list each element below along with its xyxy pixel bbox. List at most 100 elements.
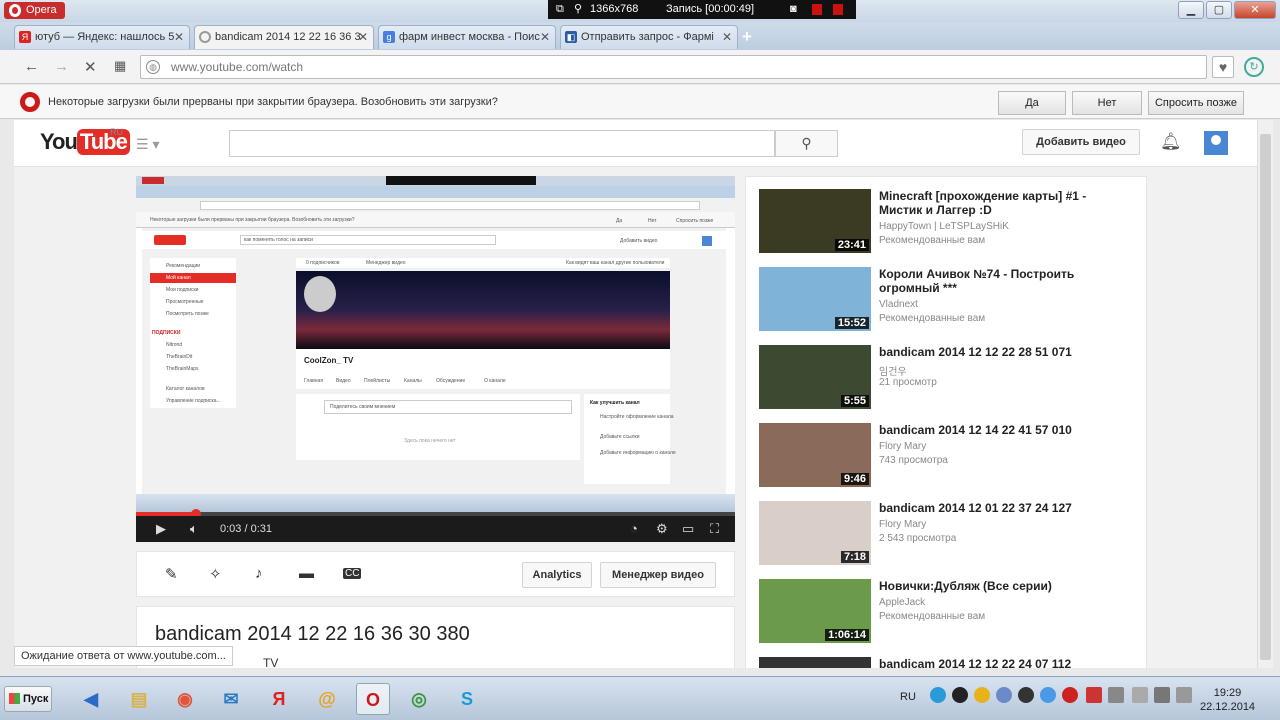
recommendation-title[interactable]: bandicam 2014 12 12 22 28 51 071 bbox=[879, 345, 1119, 359]
enhance-wand-icon[interactable]: ✧ bbox=[209, 565, 222, 583]
recommendation-item[interactable]: 15:52 Короли Ачивок №74 - Построить огром… bbox=[759, 267, 1139, 333]
tray-app-icon[interactable] bbox=[996, 687, 1012, 703]
recommendation-title[interactable]: bandicam 2014 12 01 22 37 24 127 bbox=[879, 501, 1119, 515]
video-player[interactable]: Некоторые загрузки были прерваны при зак… bbox=[136, 176, 735, 542]
play-icon[interactable]: ▶ bbox=[156, 521, 166, 537]
youtube-logo[interactable]: You Tube RU bbox=[40, 127, 130, 155]
recommendation-author[interactable]: Flory Mary bbox=[879, 441, 926, 452]
tray-network-icon[interactable] bbox=[1154, 687, 1170, 703]
page-scrollbar[interactable] bbox=[1257, 120, 1273, 668]
tray-app-icon[interactable] bbox=[1040, 687, 1056, 703]
captions-cc-icon[interactable]: CC bbox=[343, 568, 362, 579]
recommendation-item[interactable]: 9:46 bandicam 2014 12 14 22 41 57 010 Flor… bbox=[759, 423, 1139, 489]
firefox-icon[interactable]: ◉ bbox=[168, 683, 202, 715]
analytics-button[interactable]: Analytics bbox=[522, 562, 592, 588]
recommendation-title[interactable]: bandicam 2014 12 12 22 24 07 112 bbox=[879, 657, 1119, 668]
recommendation-title[interactable]: Minecraft [прохождение карты] #1 - Мисти… bbox=[879, 189, 1119, 217]
tray-volume-icon[interactable] bbox=[1176, 687, 1192, 703]
ask-later-button[interactable]: Спросить позже bbox=[1148, 91, 1244, 115]
close-icon[interactable]: ✕ bbox=[1234, 1, 1276, 19]
guide-menu-icon[interactable]: ☰ ▾ bbox=[136, 136, 159, 153]
tab-close-icon[interactable]: ✕ bbox=[174, 26, 184, 48]
tab-yandex[interactable]: Я ютуб — Яндекс: нашлось 5 ✕ bbox=[14, 25, 190, 49]
annotations-icon[interactable]: ▬ bbox=[299, 565, 314, 582]
mailru-agent-icon[interactable]: @ bbox=[310, 683, 344, 715]
recommendation-thumbnail[interactable]: 9:46 bbox=[759, 423, 871, 487]
record-icon[interactable] bbox=[812, 4, 822, 15]
speed-dial-icon[interactable]: ▦ bbox=[114, 58, 126, 74]
recommendation-title[interactable]: Новички:Дубляж (Все серии) bbox=[879, 579, 1119, 593]
tab-close-icon[interactable]: ✕ bbox=[722, 26, 732, 48]
opera-menu-button[interactable]: Opera bbox=[4, 2, 65, 19]
watch-later-icon[interactable]: ◔ bbox=[630, 521, 638, 536]
media-player-icon[interactable]: ◀ bbox=[74, 683, 108, 715]
scrollbar-thumb[interactable] bbox=[1260, 134, 1271, 660]
recommendation-thumbnail[interactable]: 23:41 bbox=[759, 189, 871, 253]
recommendation-thumbnail[interactable]: 5:55 bbox=[759, 345, 871, 409]
opera-icon[interactable]: O bbox=[356, 683, 390, 715]
start-button[interactable]: Пуск bbox=[4, 686, 52, 712]
minimize-icon[interactable]: ▁ bbox=[1178, 1, 1204, 19]
tray-steam-icon[interactable] bbox=[1018, 687, 1034, 703]
bookmark-heart-icon[interactable]: ♥ bbox=[1212, 56, 1234, 78]
language-indicator[interactable]: RU bbox=[900, 691, 916, 703]
tray-app-icon[interactable] bbox=[1108, 687, 1124, 703]
chrome-icon[interactable]: ◎ bbox=[402, 683, 436, 715]
tray-app-icon[interactable] bbox=[974, 687, 990, 703]
edit-pencil-icon[interactable]: ✎ bbox=[165, 565, 178, 583]
tray-record-icon[interactable] bbox=[952, 687, 968, 703]
search-input[interactable] bbox=[229, 130, 775, 157]
avatar[interactable] bbox=[1204, 131, 1228, 155]
stop-icon[interactable] bbox=[833, 4, 843, 15]
recommendation-item[interactable]: 23:41 Minecraft [прохождение карты] #1 - … bbox=[759, 189, 1139, 255]
tab-close-icon[interactable]: ✕ bbox=[540, 26, 550, 48]
volume-icon[interactable]: 🔈︎ bbox=[190, 521, 198, 537]
tab-youtube[interactable]: bandicam 2014 12 22 16 36 3 ✕ bbox=[194, 25, 374, 49]
update-icon[interactable]: ↻ bbox=[1244, 57, 1264, 77]
yandex-icon[interactable]: Я bbox=[262, 683, 296, 715]
recommendation-title[interactable]: bandicam 2014 12 14 22 41 57 010 bbox=[879, 423, 1119, 437]
tray-flag-icon[interactable] bbox=[1132, 687, 1148, 703]
recommendation-item[interactable]: bandicam 2014 12 12 22 24 07 112 bbox=[759, 657, 1139, 668]
address-bar[interactable]: ◍ www.youtube.com/watch bbox=[140, 55, 1207, 79]
no-button[interactable]: Нет bbox=[1072, 91, 1142, 115]
camera-icon[interactable]: ◙ bbox=[790, 0, 797, 19]
video-manager-button[interactable]: Менеджер видео bbox=[600, 562, 716, 588]
recommendation-thumbnail[interactable]: 15:52 bbox=[759, 267, 871, 331]
skype-icon[interactable]: S bbox=[450, 683, 484, 715]
upload-button[interactable]: Добавить видео bbox=[1022, 129, 1140, 155]
recommendation-author[interactable]: 임건우 bbox=[879, 363, 907, 378]
recommendation-author[interactable]: AppleJack bbox=[879, 597, 925, 608]
recommendation-thumbnail[interactable]: 1:06:14 bbox=[759, 579, 871, 643]
tab-google[interactable]: g фарм инвест москва - Поис ✕ bbox=[378, 25, 556, 49]
tab-close-icon[interactable]: ✕ bbox=[358, 26, 368, 48]
tab-request[interactable]: ◧ Отправить запрос - Фармі ✕ bbox=[560, 25, 738, 49]
recommendation-author[interactable]: HappyTown | LeTSPLaySHiK bbox=[879, 221, 1009, 232]
yes-button[interactable]: Да bbox=[998, 91, 1066, 115]
settings-gear-icon[interactable]: ⚙ bbox=[656, 521, 668, 537]
back-icon[interactable]: ← bbox=[24, 58, 39, 75]
search-button[interactable]: ⚲ bbox=[775, 130, 838, 157]
explorer-folder-icon[interactable]: ▤ bbox=[122, 683, 156, 715]
new-tab-button[interactable]: + bbox=[742, 27, 752, 47]
maximize-icon[interactable]: ▢ bbox=[1206, 1, 1232, 19]
recommendation-author[interactable]: Flory Mary bbox=[879, 519, 926, 530]
tray-app-icon[interactable] bbox=[1086, 687, 1102, 703]
tray-app-icon[interactable] bbox=[1062, 687, 1078, 703]
channel-name[interactable]: TV bbox=[263, 656, 278, 668]
tray-app-icon[interactable] bbox=[930, 687, 946, 703]
recommendation-thumbnail[interactable]: 7:18 bbox=[759, 501, 871, 565]
forward-icon[interactable]: → bbox=[54, 58, 69, 75]
theater-mode-icon[interactable]: ▭ bbox=[682, 521, 694, 537]
recommendation-thumbnail[interactable] bbox=[759, 657, 871, 668]
audio-note-icon[interactable]: ♪ bbox=[255, 565, 263, 582]
system-clock[interactable]: 19:29 22.12.2014 bbox=[1200, 686, 1255, 714]
recommendation-item[interactable]: 7:18 bandicam 2014 12 01 22 37 24 127 Flor… bbox=[759, 501, 1139, 567]
recommendation-title[interactable]: Короли Ачивок №74 - Построить огромный *… bbox=[879, 267, 1119, 295]
mail-icon[interactable]: ✉ bbox=[214, 683, 248, 715]
fullscreen-icon[interactable]: ⛶ bbox=[710, 521, 719, 537]
recommendation-item[interactable]: 1:06:14 Новички:Дубляж (Все серии) AppleJa… bbox=[759, 579, 1139, 645]
stop-loading-icon[interactable]: ✕ bbox=[84, 58, 97, 76]
notifications-bell-icon[interactable]: 🔔︎ bbox=[1160, 132, 1182, 152]
recommendation-author[interactable]: Vladnext bbox=[879, 299, 918, 310]
